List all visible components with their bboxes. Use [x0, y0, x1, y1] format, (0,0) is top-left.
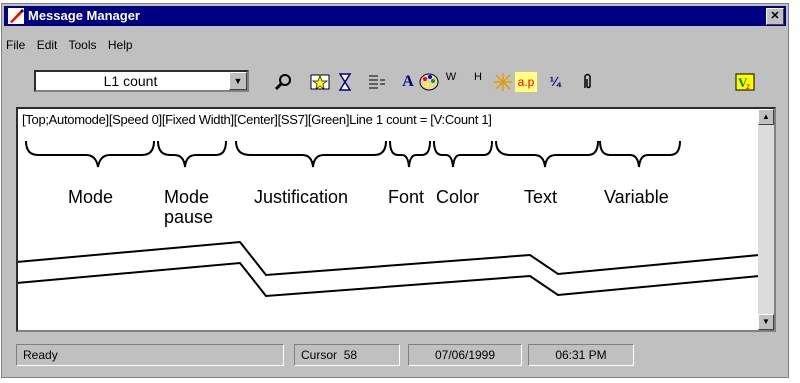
annotation-variable: Variable [604, 187, 669, 207]
mode-brace [25, 140, 155, 168]
window-title: Message Manager [28, 8, 140, 23]
close-button[interactable]: ✕ [766, 8, 784, 25]
annotation-text: Text [524, 187, 558, 207]
title-bar: Message Manager ✕ [4, 6, 786, 26]
justification-brace [235, 140, 387, 168]
wrap-height-label: H [474, 71, 482, 83]
pen-icon [8, 8, 24, 24]
annotation-justification: Justification [254, 187, 349, 207]
menu-edit[interactable]: Edit [37, 38, 58, 52]
message-select-value: L1 count [103, 73, 158, 89]
search-icon[interactable] [272, 72, 294, 92]
toolbar: L1 count ▼ A W H a.p ¼ V z [4, 62, 786, 98]
text-brace [495, 140, 599, 168]
wrap-width-label: W [445, 71, 457, 83]
font-brace [389, 140, 431, 168]
palette-icon[interactable] [418, 72, 440, 92]
message-editor[interactable]: [Top;Automode][Speed 0][Fixed Width][Cen… [16, 107, 776, 332]
status-date: 07/06/1999 [408, 344, 522, 366]
menu-bar: File Edit Tools Help [6, 38, 141, 56]
menu-help[interactable]: Help [108, 38, 133, 52]
wrap-width-icon[interactable]: W [440, 72, 462, 92]
status-time: 06:31 PM [528, 344, 634, 366]
chevron-down-icon[interactable]: ▼ [229, 72, 247, 90]
justify-icon[interactable] [366, 72, 388, 92]
message-manager-window: Message Manager ✕ File Edit Tools Help L… [1, 3, 789, 378]
svg-text:z: z [746, 82, 750, 91]
scroll-up-icon[interactable]: ▲ [758, 109, 774, 125]
fraction-icon[interactable]: ¼ [544, 72, 566, 92]
paperclip-icon[interactable] [576, 72, 598, 92]
annotation-font: Font [388, 187, 425, 207]
status-ready: Ready [16, 344, 284, 366]
variable-brace [599, 140, 681, 168]
cursor-label: Cursor [301, 348, 338, 362]
special-effects-icon[interactable] [309, 72, 331, 92]
annotation-mode-pause-1: Mode [164, 187, 210, 207]
hourglass-icon[interactable] [334, 72, 356, 92]
annotation-mode: Mode [68, 187, 114, 207]
wrap-height-icon[interactable]: H [467, 72, 489, 92]
menu-file[interactable]: File [6, 38, 25, 52]
message-select[interactable]: L1 count ▼ [34, 70, 249, 92]
annotation-mode-pause-2: pause [164, 207, 214, 227]
break-band [18, 242, 762, 296]
annotation-color: Color [436, 187, 480, 207]
status-cursor: Cursor 58 [294, 344, 400, 366]
scroll-down-icon[interactable]: ▼ [758, 314, 774, 330]
sparkle-icon[interactable] [492, 72, 514, 92]
cursor-value: 58 [343, 348, 358, 362]
font-icon[interactable]: A [397, 72, 419, 92]
status-bar: Ready Cursor 58 07/06/1999 06:31 PM [16, 344, 778, 368]
font-color-icon[interactable]: a.p [515, 72, 537, 92]
vertical-scrollbar[interactable]: ▲ ▼ [758, 109, 774, 330]
annotation-overlay [18, 140, 762, 298]
mode-pause-brace [157, 140, 227, 168]
variable-icon[interactable]: V z [734, 72, 756, 92]
menu-tools[interactable]: Tools [69, 38, 97, 52]
color-brace [433, 140, 493, 168]
